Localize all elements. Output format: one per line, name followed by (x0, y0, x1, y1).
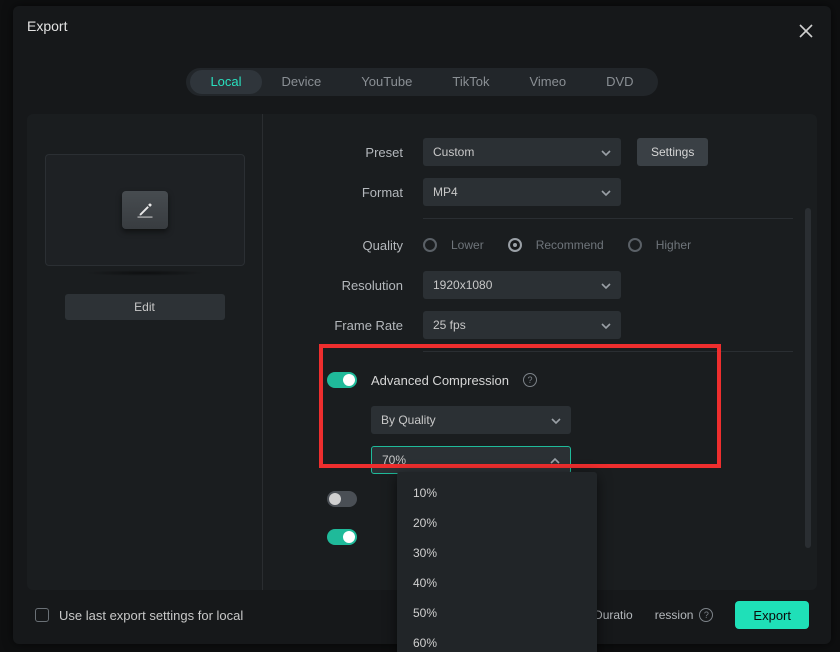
chevron-down-icon (601, 280, 611, 290)
pct-option-30[interactable]: 30% (397, 538, 597, 568)
compression-mode-row: By Quality (371, 400, 793, 440)
compression-amount-dropdown: 10% 20% 30% 40% 50% 60% (397, 472, 597, 652)
format-row: Format MP4 (263, 172, 793, 212)
pct-option-40[interactable]: 40% (397, 568, 597, 598)
compression-amount-value: 70% (382, 453, 406, 467)
chevron-down-icon (601, 187, 611, 197)
quality-option-lower: Lower (451, 238, 484, 252)
preset-row: Preset Custom Settings (263, 132, 793, 172)
use-last-settings-label: Use last export settings for local (59, 608, 243, 623)
advanced-compression-label: Advanced Compression (371, 373, 509, 388)
preset-value: Custom (433, 145, 474, 159)
preview-pane: Edit (27, 114, 263, 590)
quality-row: Quality Lower Recommend Higher (263, 225, 793, 265)
tab-vimeo[interactable]: Vimeo (509, 70, 586, 94)
secondary-toggle[interactable] (327, 491, 357, 507)
advanced-compression-section: Advanced Compression ? By Quality 70% (263, 360, 793, 480)
video-thumbnail (45, 154, 245, 266)
quality-options: Lower Recommend Higher (423, 238, 701, 252)
tab-youtube[interactable]: YouTube (341, 70, 432, 94)
pct-option-10[interactable]: 10% (397, 478, 597, 508)
scrollbar[interactable] (805, 208, 811, 548)
resolution-label: Resolution (263, 278, 423, 293)
framerate-row: Frame Rate 25 fps (263, 305, 793, 345)
resolution-select[interactable]: 1920x1080 (423, 271, 621, 299)
compression-amount-select[interactable]: 70% (371, 446, 571, 474)
divider (423, 218, 793, 219)
footer-right: Duratio ression ? Export (594, 601, 809, 629)
tertiary-toggle[interactable] (327, 529, 357, 545)
tab-dvd[interactable]: DVD (586, 70, 653, 94)
resolution-row: Resolution 1920x1080 (263, 265, 793, 305)
settings-button[interactable]: Settings (637, 138, 708, 166)
framerate-select[interactable]: 25 fps (423, 311, 621, 339)
edit-button[interactable]: Edit (65, 294, 225, 320)
thumbnail-shadow (85, 270, 205, 276)
tab-device[interactable]: Device (262, 70, 342, 94)
chevron-up-icon (550, 455, 560, 465)
compression-mode-value: By Quality (381, 413, 436, 427)
framerate-value: 25 fps (433, 318, 466, 332)
export-dialog: Export Local Device YouTube TikTok Vimeo… (13, 6, 831, 644)
use-last-settings-checkbox[interactable] (35, 608, 49, 622)
chevron-down-icon (601, 320, 611, 330)
preset-select[interactable]: Custom (423, 138, 621, 166)
export-destination-tabs: Local Device YouTube TikTok Vimeo DVD (186, 68, 657, 96)
preset-label: Preset (263, 145, 423, 160)
tab-tiktok[interactable]: TikTok (432, 70, 509, 94)
format-select[interactable]: MP4 (423, 178, 621, 206)
chevron-down-icon (601, 147, 611, 157)
pencil-icon (122, 191, 168, 229)
duration-label-partial: Duratio (594, 608, 633, 622)
pct-option-20[interactable]: 20% (397, 508, 597, 538)
format-label: Format (263, 185, 423, 200)
dialog-body: Edit Preset Custom Settings Format MP4 (27, 114, 817, 590)
tab-local[interactable]: Local (190, 70, 261, 94)
compression-label-partial: ression ? (655, 608, 714, 622)
quality-label: Quality (263, 238, 423, 253)
resolution-value: 1920x1080 (433, 278, 492, 292)
pct-option-50[interactable]: 50% (397, 598, 597, 628)
quality-option-recommend: Recommend (536, 238, 604, 252)
chevron-down-icon (551, 415, 561, 425)
export-button[interactable]: Export (735, 601, 809, 629)
format-value: MP4 (433, 185, 458, 199)
divider (423, 351, 793, 352)
quality-radio-higher[interactable] (628, 238, 642, 252)
quality-option-higher: Higher (656, 238, 691, 252)
quality-radio-lower[interactable] (423, 238, 437, 252)
help-icon[interactable]: ? (523, 373, 537, 387)
help-icon[interactable]: ? (699, 608, 713, 622)
close-icon[interactable] (799, 24, 813, 38)
advanced-compression-toggle-row: Advanced Compression ? (327, 360, 793, 400)
dialog-header: Export (13, 6, 831, 46)
compression-mode-select[interactable]: By Quality (371, 406, 571, 434)
footer-left: Use last export settings for local (35, 608, 243, 623)
dialog-title: Export (27, 18, 67, 34)
advanced-compression-toggle[interactable] (327, 372, 357, 388)
pct-option-60[interactable]: 60% (397, 628, 597, 652)
quality-radio-recommend[interactable] (508, 238, 522, 252)
framerate-label: Frame Rate (263, 318, 423, 333)
